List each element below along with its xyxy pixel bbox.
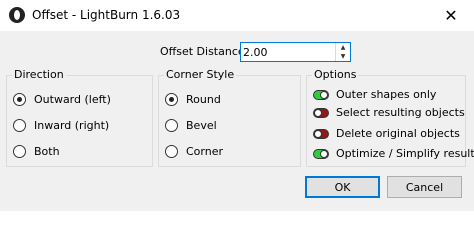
toggle-off-icon[interactable] <box>313 128 329 139</box>
dialog-body: Offset Distance ▲ ▼ Direction Outward (l… <box>0 31 474 211</box>
corner-option-corner[interactable]: Corner <box>165 145 223 158</box>
window-title: Offset - LightBurn 1.6.03 <box>32 8 181 22</box>
corner-option-bevel[interactable]: Bevel <box>165 119 217 132</box>
radio-icon[interactable] <box>165 145 178 158</box>
offset-distance-label: Offset Distance <box>160 45 245 58</box>
radio-icon[interactable] <box>13 119 26 132</box>
corner-option-label: Round <box>186 93 221 106</box>
toggle-on-icon[interactable] <box>313 89 329 100</box>
direction-option-label: Inward (right) <box>34 119 110 132</box>
corner-option-label: Bevel <box>186 119 217 132</box>
offset-distance-spinbox[interactable]: ▲ ▼ <box>240 42 351 62</box>
option-label: Outer shapes only <box>336 88 437 101</box>
option-select-resulting-objects[interactable]: Select resulting objects <box>313 106 465 119</box>
corner-style-group: Corner Style Round Bevel Corner <box>158 68 301 167</box>
spin-up-arrow-icon[interactable]: ▲ <box>336 43 350 52</box>
spin-buttons: ▲ ▼ <box>335 43 350 61</box>
offset-distance-input[interactable] <box>243 45 333 59</box>
ok-button[interactable]: OK <box>305 176 380 198</box>
lightburn-app-icon <box>9 7 25 23</box>
direction-option-outward[interactable]: Outward (left) <box>13 93 111 106</box>
toggle-off-icon[interactable] <box>313 107 329 118</box>
option-label: Optimize / Simplify results <box>336 147 474 160</box>
radio-icon[interactable] <box>165 93 178 106</box>
radio-icon[interactable] <box>13 145 26 158</box>
option-label: Delete original objects <box>336 127 460 140</box>
option-label: Select resulting objects <box>336 106 465 119</box>
radio-icon[interactable] <box>165 119 178 132</box>
toggle-on-icon[interactable] <box>313 148 329 159</box>
option-outer-shapes-only[interactable]: Outer shapes only <box>313 88 436 101</box>
options-group: Options Outer shapes only Select resulti… <box>306 68 474 167</box>
options-group-title: Options <box>312 68 359 81</box>
direction-option-label: Both <box>34 145 60 158</box>
corner-style-group-title: Corner Style <box>164 68 237 81</box>
option-optimize-simplify[interactable]: Optimize / Simplify results <box>313 147 474 160</box>
corner-option-round[interactable]: Round <box>165 93 221 106</box>
direction-option-label: Outward (left) <box>34 93 111 106</box>
option-delete-original-objects[interactable]: Delete original objects <box>313 127 460 140</box>
title-bar: Offset - LightBurn 1.6.03 ✕ <box>0 0 474 31</box>
corner-option-label: Corner <box>186 145 224 158</box>
spin-down-arrow-icon[interactable]: ▼ <box>336 52 350 61</box>
radio-icon[interactable] <box>13 93 26 106</box>
cancel-button[interactable]: Cancel <box>387 176 462 198</box>
direction-option-inward[interactable]: Inward (right) <box>13 119 109 132</box>
close-icon: ✕ <box>444 6 458 25</box>
close-button[interactable]: ✕ <box>428 0 474 31</box>
direction-group: Direction Outward (left) Inward (right) … <box>6 68 153 167</box>
direction-option-both[interactable]: Both <box>13 145 60 158</box>
direction-group-title: Direction <box>12 68 66 81</box>
